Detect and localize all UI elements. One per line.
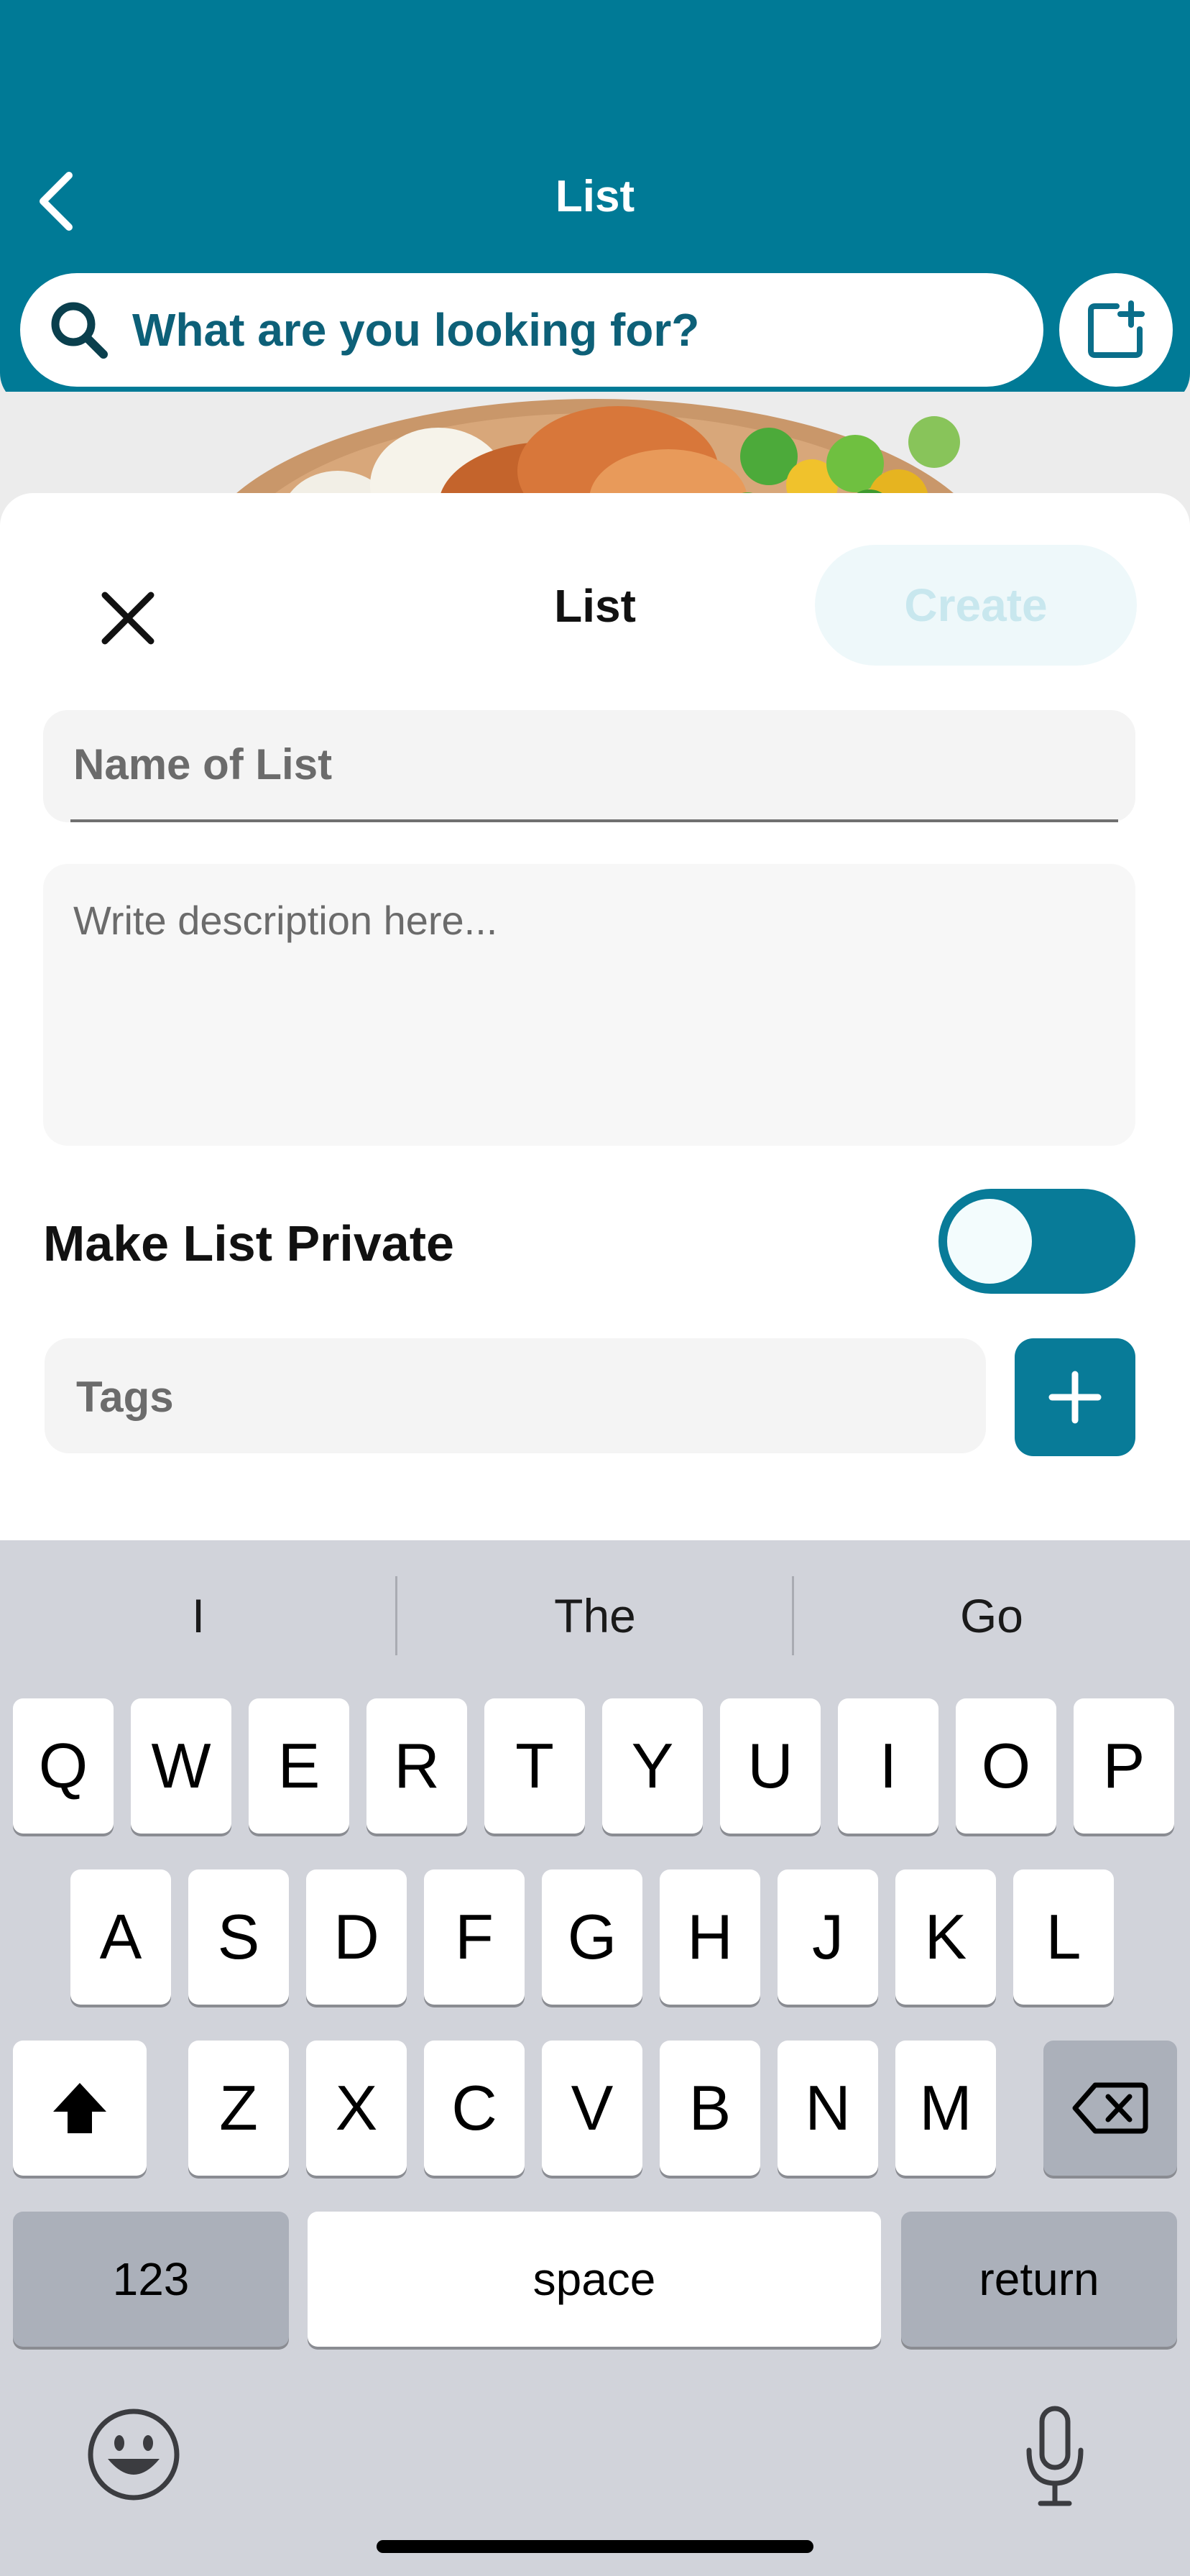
- suggestion-item[interactable]: I: [0, 1540, 397, 1691]
- list-name-field[interactable]: [43, 710, 1135, 822]
- suggestion-bar: I The Go: [0, 1540, 1190, 1691]
- key-w[interactable]: W: [131, 1698, 231, 1834]
- numbers-key[interactable]: 123: [13, 2212, 289, 2347]
- key-u[interactable]: U: [720, 1698, 821, 1834]
- key-v[interactable]: V: [542, 2041, 642, 2176]
- home-indicator: [377, 2540, 813, 2553]
- key-r[interactable]: R: [366, 1698, 467, 1834]
- private-label: Make List Private: [43, 1215, 454, 1271]
- key-c[interactable]: C: [424, 2041, 525, 2176]
- key-d[interactable]: D: [306, 1869, 407, 2005]
- microphone-button[interactable]: [1019, 2403, 1091, 2511]
- key-e[interactable]: E: [249, 1698, 349, 1834]
- key-o[interactable]: O: [956, 1698, 1056, 1834]
- suggestion-item[interactable]: The: [397, 1540, 793, 1691]
- key-p[interactable]: P: [1074, 1698, 1174, 1834]
- return-key[interactable]: return: [901, 2212, 1177, 2347]
- description-field[interactable]: [43, 864, 1135, 1146]
- key-y[interactable]: Y: [602, 1698, 703, 1834]
- key-q[interactable]: Q: [13, 1698, 114, 1834]
- backspace-icon: [1072, 2082, 1148, 2134]
- key-h[interactable]: H: [660, 1869, 760, 2005]
- toggle-knob: [947, 1199, 1032, 1284]
- space-key[interactable]: space: [308, 2212, 881, 2347]
- add-box-icon: [1088, 300, 1145, 358]
- search-icon: [47, 298, 111, 362]
- emoji-button[interactable]: [85, 2406, 183, 2503]
- new-list-button[interactable]: [1059, 273, 1173, 387]
- name-field-underline: [70, 819, 1118, 822]
- key-z[interactable]: Z: [188, 2041, 289, 2176]
- tags-field[interactable]: [45, 1338, 986, 1455]
- key-a[interactable]: A: [70, 1869, 171, 2005]
- key-k[interactable]: K: [895, 1869, 996, 2005]
- create-button[interactable]: Create: [815, 545, 1137, 666]
- microphone-icon: [1026, 2406, 1084, 2506]
- list-name-input[interactable]: [72, 710, 1081, 818]
- key-b[interactable]: B: [660, 2041, 760, 2176]
- backspace-key[interactable]: [1043, 2041, 1177, 2176]
- private-toggle[interactable]: [938, 1189, 1135, 1294]
- keyboard: I The Go Q W E R T Y U I O P A S D F G H…: [0, 1540, 1190, 2576]
- shift-key[interactable]: [13, 2041, 147, 2176]
- page-title: List: [555, 172, 635, 221]
- search-input[interactable]: [131, 303, 996, 357]
- plus-icon: [1048, 1371, 1102, 1424]
- description-input[interactable]: [72, 896, 1110, 1114]
- key-t[interactable]: T: [484, 1698, 585, 1834]
- key-m[interactable]: M: [895, 2041, 996, 2176]
- app-header: List: [0, 0, 1190, 406]
- key-n[interactable]: N: [778, 2041, 878, 2176]
- key-j[interactable]: J: [778, 1869, 878, 2005]
- key-l[interactable]: L: [1013, 1869, 1114, 2005]
- emoji-icon: [88, 2409, 180, 2501]
- key-s[interactable]: S: [188, 1869, 289, 2005]
- shift-icon: [53, 2083, 106, 2133]
- search-bar[interactable]: [20, 273, 1043, 387]
- key-x[interactable]: X: [306, 2041, 407, 2176]
- suggestion-item[interactable]: Go: [793, 1540, 1190, 1691]
- tags-input[interactable]: [75, 1338, 954, 1455]
- key-g[interactable]: G: [542, 1869, 642, 2005]
- key-i[interactable]: I: [838, 1698, 938, 1834]
- key-f[interactable]: F: [424, 1869, 525, 2005]
- add-tag-button[interactable]: [1015, 1338, 1135, 1456]
